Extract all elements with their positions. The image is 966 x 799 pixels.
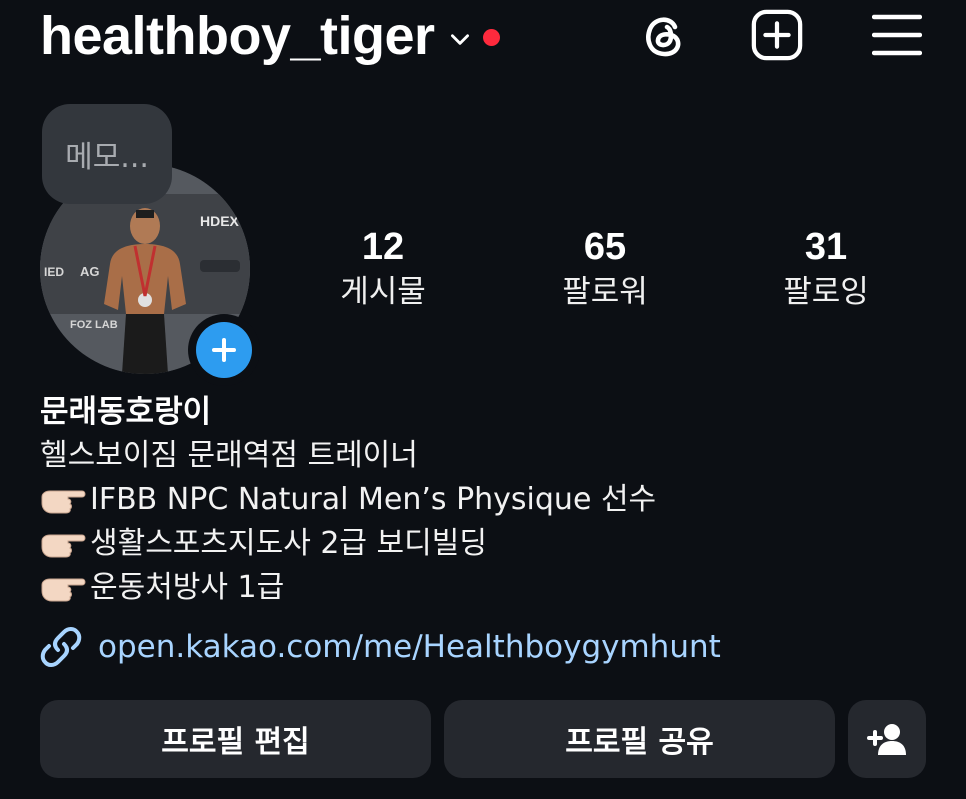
share-profile-label: 프로필 공유 xyxy=(565,725,714,760)
chevron-down-icon[interactable] xyxy=(447,26,473,52)
bio-text: 생활스포츠지도사 2급 보디빌딩 xyxy=(90,526,487,561)
pointing-hand-icon xyxy=(41,534,86,558)
bio-line: 생활스포츠지도사 2급 보디빌딩 xyxy=(40,522,940,566)
stat-value: 65 xyxy=(583,226,627,268)
followers-count[interactable]: 65 팔로워 xyxy=(505,224,705,314)
note-placeholder: 메모... xyxy=(65,140,149,175)
add-person-icon xyxy=(867,724,906,755)
bio-text: IFBB NPC Natural Men’s Physique 선수 xyxy=(90,482,657,517)
username[interactable]: healthboy_tiger xyxy=(40,6,435,66)
note-bubble[interactable]: 메모... xyxy=(42,104,172,204)
svg-text:FOZ LAB: FOZ LAB xyxy=(70,319,118,331)
add-story-button[interactable] xyxy=(188,314,260,386)
link-url[interactable]: open.kakao.com/me/Healthboygymhunt xyxy=(98,625,721,669)
menu-icon[interactable] xyxy=(870,8,924,62)
threads-icon[interactable] xyxy=(636,8,690,62)
bio-section: 문래동호랑이 헬스보이짐 문래역점 트레이너 IFBB NPC Natural … xyxy=(40,390,940,610)
svg-text:HDEX: HDEX xyxy=(200,213,240,229)
plus-icon xyxy=(196,322,252,378)
display-name: 문래동호랑이 xyxy=(40,394,212,430)
stat-value: 12 xyxy=(361,226,405,268)
link-icon xyxy=(40,627,82,667)
bio-text: 운동처방사 1급 xyxy=(90,570,285,605)
svg-text:AG: AG xyxy=(80,264,100,279)
notification-dot xyxy=(482,28,500,46)
pointing-hand-icon xyxy=(41,578,86,602)
bio-line: 헬스보이짐 문래역점 트레이너 xyxy=(40,434,940,478)
bio-text: 헬스보이짐 문래역점 트레이너 xyxy=(40,438,418,473)
edit-profile-label: 프로필 편집 xyxy=(161,725,310,760)
profile-header: healthboy_tiger xyxy=(40,0,926,74)
edit-profile-button[interactable]: 프로필 편집 xyxy=(40,700,431,778)
svg-text:IED: IED xyxy=(44,265,64,279)
share-profile-button[interactable]: 프로필 공유 xyxy=(444,700,835,778)
bio-link[interactable]: open.kakao.com/me/Healthboygymhunt xyxy=(40,625,721,669)
bio-line: 운동처방사 1급 xyxy=(40,566,940,610)
account-switcher[interactable]: healthboy_tiger xyxy=(40,6,500,66)
stat-value: 31 xyxy=(804,226,848,268)
profile-page: healthboy_tiger HDEX AG IED FOZ LAB 메모..… xyxy=(0,0,966,799)
stat-label: 팔로워 xyxy=(562,274,648,310)
stat-label: 게시물 xyxy=(340,274,426,310)
pointing-hand-icon xyxy=(41,490,86,514)
bio-line: IFBB NPC Natural Men’s Physique 선수 xyxy=(40,478,940,522)
new-post-icon[interactable] xyxy=(750,8,804,62)
posts-count[interactable]: 12 게시물 xyxy=(283,224,483,314)
following-count[interactable]: 31 팔로잉 xyxy=(726,224,926,314)
discover-people-button[interactable] xyxy=(848,700,926,778)
stat-label: 팔로잉 xyxy=(783,274,869,310)
